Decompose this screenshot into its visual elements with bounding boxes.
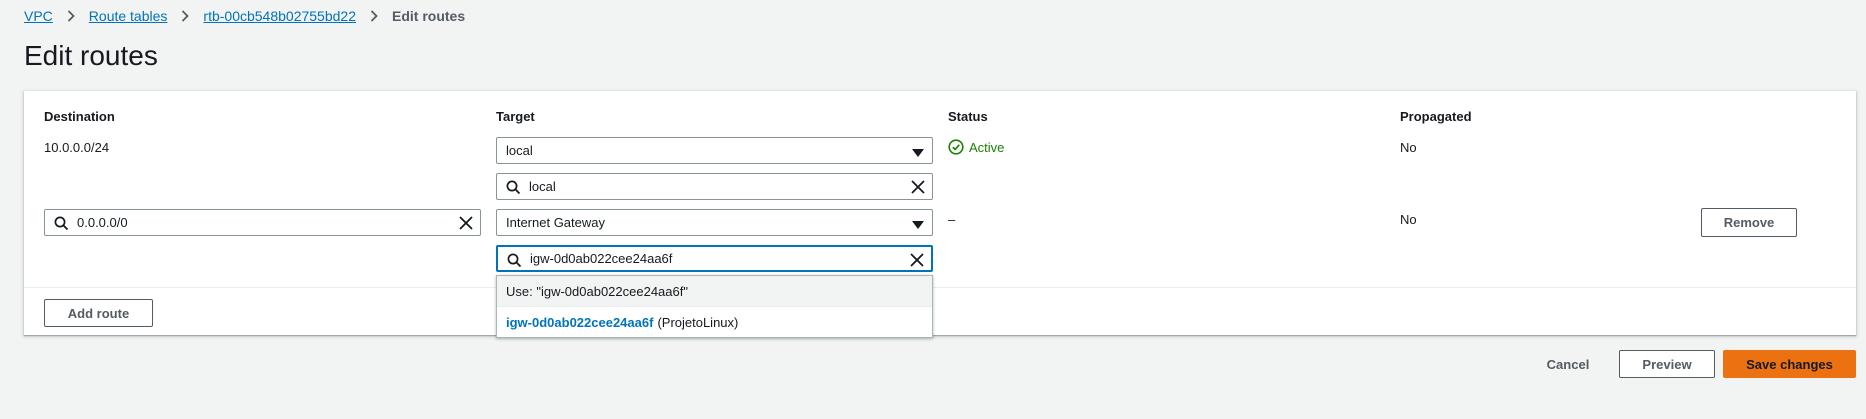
target-search-input[interactable]	[496, 245, 933, 272]
dropdown-option[interactable]: igw-0d0ab022cee24aa6f (ProjetoLinux)	[497, 307, 932, 338]
target-search-field[interactable]	[530, 251, 899, 266]
chevron-right-icon	[370, 10, 378, 22]
route-destination: 10.0.0.0/24	[44, 140, 110, 155]
column-header-status: Status	[948, 109, 988, 124]
divider	[24, 287, 1856, 288]
destination-search-input[interactable]	[44, 209, 481, 236]
option-id: igw-0d0ab022cee24aa6f	[506, 315, 654, 330]
search-icon	[506, 180, 521, 198]
option-name: (ProjetoLinux)	[657, 315, 739, 330]
route-propagated: No	[1400, 212, 1417, 227]
target-autocomplete-dropdown: Use: "igw-0d0ab022cee24aa6f" igw-0d0ab02…	[496, 275, 933, 338]
breadcrumb-vpc-link[interactable]: VPC	[24, 8, 53, 24]
breadcrumb-route-tables-link[interactable]: Route tables	[89, 8, 168, 24]
clear-icon[interactable]	[910, 253, 924, 270]
cancel-button[interactable]: Cancel	[1528, 352, 1608, 376]
breadcrumb: VPC Route tables rtb-00cb548b02755bd22 E…	[24, 8, 465, 24]
status-text: –	[948, 212, 956, 227]
save-changes-button[interactable]: Save changes	[1723, 350, 1856, 378]
breadcrumb-route-table-id-link[interactable]: rtb-00cb548b02755bd22	[203, 8, 356, 24]
breadcrumb-current: Edit routes	[391, 8, 466, 24]
remove-route-button[interactable]: Remove	[1701, 208, 1797, 237]
clear-icon[interactable]	[911, 180, 925, 197]
target-search-field[interactable]	[529, 179, 900, 194]
caret-down-icon	[912, 146, 924, 161]
chevron-right-icon	[181, 10, 190, 22]
target-search-input[interactable]	[496, 173, 933, 200]
use-option-label: Use: "igw-0d0ab022cee24aa6f"	[506, 283, 688, 299]
target-type-value: local	[506, 143, 533, 158]
target-type-select[interactable]: local	[496, 137, 933, 164]
dropdown-use-option[interactable]: Use: "igw-0d0ab022cee24aa6f"	[497, 276, 932, 307]
clear-icon[interactable]	[459, 216, 473, 233]
status-text: Active	[969, 139, 1005, 155]
column-header-propagated: Propagated	[1400, 109, 1472, 124]
chevron-right-icon	[67, 10, 75, 22]
search-icon	[54, 216, 69, 234]
caret-down-icon	[912, 218, 924, 233]
routes-panel: Destination Target Status Propagated 10.…	[24, 91, 1856, 335]
add-route-button[interactable]: Add route	[44, 299, 153, 327]
search-icon	[507, 253, 522, 271]
column-header-destination: Destination	[44, 109, 115, 124]
page-title: Edit routes	[24, 40, 158, 71]
target-type-select[interactable]: Internet Gateway	[496, 209, 933, 236]
column-header-target: Target	[496, 109, 535, 124]
route-propagated: No	[1400, 140, 1417, 155]
destination-search-field[interactable]	[77, 215, 448, 230]
preview-button[interactable]: Preview	[1619, 350, 1715, 378]
status-badge: Active	[948, 139, 1004, 155]
success-check-icon	[948, 139, 964, 155]
target-type-value: Internet Gateway	[506, 215, 605, 230]
